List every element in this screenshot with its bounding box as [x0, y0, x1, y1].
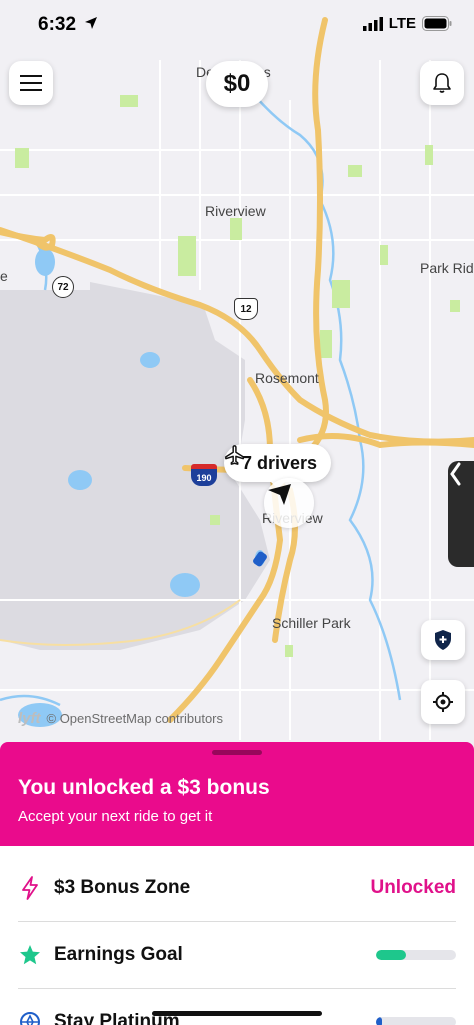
route-190-shield: 190	[191, 464, 217, 486]
route-190-label: 190	[196, 472, 212, 483]
map-label-edge-letter: e	[0, 268, 8, 284]
drivers-count-text: 7 drivers	[242, 452, 318, 473]
map-canvas	[0, 0, 474, 745]
map-view[interactable]: Des Plaines Riverview Park Rid e Rosemon…	[0, 0, 474, 745]
status-bar: 6:32 LTE	[0, 0, 474, 52]
battery-icon	[422, 16, 452, 31]
drivers-count-pill[interactable]: 7 drivers	[224, 444, 332, 489]
bonus-banner[interactable]: You unlocked a $3 bonus Accept your next…	[0, 742, 474, 846]
map-label-riverview-north: Riverview	[205, 203, 266, 219]
recenter-button[interactable]	[421, 680, 465, 724]
current-location-marker	[264, 478, 314, 528]
platinum-badge-icon	[18, 1010, 42, 1025]
menu-button[interactable]	[9, 61, 53, 105]
bonus-zone-status: Unlocked	[370, 877, 456, 898]
bell-icon	[433, 73, 451, 93]
status-indicators: LTE	[362, 15, 452, 32]
location-arrow-icon	[85, 17, 98, 29]
earnings-goal-label: Earnings Goal	[54, 944, 183, 965]
earnings-goal-progress-fill	[376, 950, 407, 960]
route-12-label: 12	[240, 303, 252, 315]
route-72-shield: 72	[52, 276, 74, 298]
notifications-button[interactable]	[420, 61, 464, 105]
attribution-text: © OpenStreetMap contributors	[46, 711, 224, 726]
earnings-amount: $0	[223, 70, 251, 97]
navigation-arrow-icon	[268, 484, 291, 505]
status-time-text: 6:32	[38, 14, 77, 35]
map-attribution: lyft © OpenStreetMap contributors	[18, 710, 223, 727]
network-type: LTE	[388, 15, 416, 32]
route-12-shield: 12	[234, 298, 258, 320]
sheet-grabber[interactable]	[212, 750, 262, 755]
hamburger-icon	[20, 75, 42, 91]
stay-platinum-progress	[376, 1017, 456, 1025]
bonus-subtitle: Accept your next ride to get it	[18, 808, 213, 825]
safety-button[interactable]	[421, 620, 465, 660]
lightning-icon	[18, 876, 42, 900]
map-label-rosemont: Rosemont	[255, 370, 319, 386]
list-item-earnings-goal[interactable]: Earnings Goal	[18, 921, 456, 989]
crosshair-icon	[433, 692, 453, 712]
chevron-left-icon	[450, 462, 461, 486]
star-icon	[18, 943, 42, 967]
bonus-zone-label: $3 Bonus Zone	[54, 877, 191, 898]
list-item-bonus-zone[interactable]: $3 Bonus Zone Unlocked	[18, 854, 456, 922]
route-72-label: 72	[57, 281, 69, 293]
bonus-title: You unlocked a $3 bonus	[18, 776, 270, 799]
signal-icon	[362, 16, 383, 31]
earnings-button[interactable]: $0	[206, 61, 268, 107]
status-time: 6:32	[38, 14, 98, 36]
list-item-stay-platinum[interactable]: Stay Platinum	[18, 988, 456, 1025]
home-indicator	[152, 1011, 322, 1016]
shield-plus-icon	[435, 630, 451, 650]
side-panel-handle[interactable]	[448, 461, 474, 567]
lyft-logo: lyft	[18, 710, 41, 727]
map-label-park-ridge: Park Rid	[420, 260, 474, 276]
stay-platinum-progress-fill	[376, 1017, 383, 1025]
map-label-schiller-park: Schiller Park	[272, 615, 351, 631]
driver-status-list: $3 Bonus Zone Unlocked Earnings Goal Sta…	[0, 846, 474, 1025]
earnings-goal-progress	[376, 950, 456, 960]
